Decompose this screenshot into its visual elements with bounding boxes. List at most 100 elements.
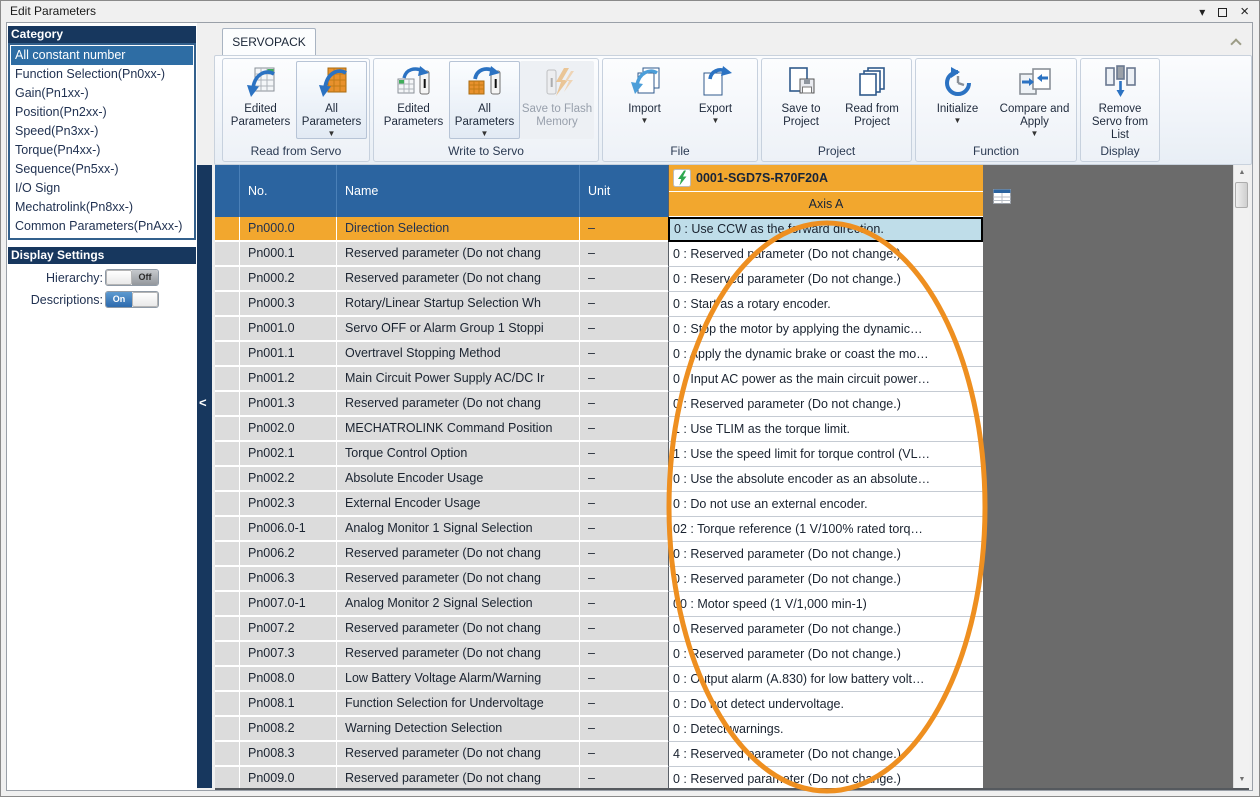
table-row[interactable]: Pn002.3 External Encoder Usage – 0 : Do … bbox=[215, 492, 983, 517]
param-unit-cell[interactable]: – bbox=[580, 692, 668, 717]
read-from-project-button[interactable]: Read from Project bbox=[837, 61, 908, 129]
param-unit-cell[interactable]: – bbox=[580, 417, 668, 442]
read-all-parameters-button[interactable]: All Parameters ▼ bbox=[296, 61, 367, 140]
row-indicator-cell[interactable] bbox=[215, 517, 240, 542]
row-indicator-cell[interactable] bbox=[215, 292, 240, 317]
param-unit-cell[interactable]: – bbox=[580, 667, 668, 692]
param-name-cell[interactable]: Direction Selection bbox=[337, 217, 580, 242]
param-no-cell[interactable]: Pn000.2 bbox=[240, 267, 337, 292]
table-row[interactable]: Pn001.3 Reserved parameter (Do not chang… bbox=[215, 392, 983, 417]
param-value-cell[interactable]: 0 : Output alarm (A.830) for low battery… bbox=[668, 667, 983, 692]
param-no-cell[interactable]: Pn008.0 bbox=[240, 667, 337, 692]
param-name-cell[interactable]: Absolute Encoder Usage bbox=[337, 467, 580, 492]
param-unit-cell[interactable]: – bbox=[580, 292, 668, 317]
tab-servopack[interactable]: SERVOPACK bbox=[222, 28, 316, 56]
row-indicator-cell[interactable] bbox=[215, 367, 240, 392]
table-row[interactable]: Pn007.2 Reserved parameter (Do not chang… bbox=[215, 617, 983, 642]
param-value-cell[interactable]: 0 : Detect warnings. bbox=[668, 717, 983, 742]
category-item-position[interactable]: Position(Pn2xx-) bbox=[11, 103, 193, 122]
param-no-cell[interactable]: Pn001.2 bbox=[240, 367, 337, 392]
param-name-cell[interactable]: Overtravel Stopping Method bbox=[337, 342, 580, 367]
row-indicator-cell[interactable] bbox=[215, 592, 240, 617]
category-item-mechatrolink[interactable]: Mechatrolink(Pn8xx-) bbox=[11, 198, 193, 217]
param-no-cell[interactable]: Pn009.0 bbox=[240, 767, 337, 788]
table-row[interactable]: Pn001.0 Servo OFF or Alarm Group 1 Stopp… bbox=[215, 317, 983, 342]
ribbon-collapse-button[interactable] bbox=[1228, 35, 1246, 50]
param-value-cell[interactable]: 00 : Motor speed (1 V/1,000 min-1) bbox=[668, 592, 983, 617]
param-value-cell[interactable]: 0 : Do not detect undervoltage. bbox=[668, 692, 983, 717]
table-row[interactable]: Pn006.0-1 Analog Monitor 1 Signal Select… bbox=[215, 517, 983, 542]
compare-and-apply-button[interactable]: Compare and Apply ▼ bbox=[996, 61, 1073, 138]
param-name-cell[interactable]: Reserved parameter (Do not chang bbox=[337, 617, 580, 642]
category-item-gain[interactable]: Gain(Pn1xx-) bbox=[11, 84, 193, 103]
param-unit-cell[interactable]: – bbox=[580, 392, 668, 417]
param-value-cell[interactable]: 0 : Use CCW as the forward direction. bbox=[668, 217, 983, 242]
row-indicator-cell[interactable] bbox=[215, 642, 240, 667]
param-no-cell[interactable]: Pn008.2 bbox=[240, 717, 337, 742]
param-value-cell[interactable]: 0 : Reserved parameter (Do not change.) bbox=[668, 242, 983, 267]
maximize-icon[interactable] bbox=[1218, 7, 1228, 17]
vertical-scrollbar[interactable]: ▲ ▼ bbox=[1233, 165, 1249, 788]
param-no-cell[interactable]: Pn007.3 bbox=[240, 642, 337, 667]
param-name-cell[interactable]: Main Circuit Power Supply AC/DC Ir bbox=[337, 367, 580, 392]
param-no-cell[interactable]: Pn006.3 bbox=[240, 567, 337, 592]
row-indicator-cell[interactable] bbox=[215, 717, 240, 742]
param-no-cell[interactable]: Pn002.0 bbox=[240, 417, 337, 442]
param-name-cell[interactable]: External Encoder Usage bbox=[337, 492, 580, 517]
param-value-cell[interactable]: 0 : Reserved parameter (Do not change.) bbox=[668, 617, 983, 642]
param-no-cell[interactable]: Pn000.0 bbox=[240, 217, 337, 242]
param-name-cell[interactable]: Warning Detection Selection bbox=[337, 717, 580, 742]
param-no-cell[interactable]: Pn001.1 bbox=[240, 342, 337, 367]
param-no-cell[interactable]: Pn006.0-1 bbox=[240, 517, 337, 542]
row-indicator-cell[interactable] bbox=[215, 617, 240, 642]
param-no-cell[interactable]: Pn007.0-1 bbox=[240, 592, 337, 617]
row-indicator-cell[interactable] bbox=[215, 742, 240, 767]
param-value-cell[interactable]: 0 : Reserved parameter (Do not change.) bbox=[668, 767, 983, 788]
param-value-cell[interactable]: 0 : Reserved parameter (Do not change.) bbox=[668, 567, 983, 592]
param-unit-cell[interactable]: – bbox=[580, 517, 668, 542]
param-value-cell[interactable]: 4 : Reserved parameter (Do not change.) bbox=[668, 742, 983, 767]
param-no-cell[interactable]: Pn008.1 bbox=[240, 692, 337, 717]
row-indicator-cell[interactable] bbox=[215, 392, 240, 417]
category-item-speed[interactable]: Speed(Pn3xx-) bbox=[11, 122, 193, 141]
param-name-cell[interactable]: Torque Control Option bbox=[337, 442, 580, 467]
param-value-cell[interactable]: 1 : Use the speed limit for torque contr… bbox=[668, 442, 983, 467]
row-indicator-cell[interactable] bbox=[215, 492, 240, 517]
export-button[interactable]: Export ▼ bbox=[680, 61, 751, 125]
param-name-cell[interactable]: Analog Monitor 2 Signal Selection bbox=[337, 592, 580, 617]
param-unit-cell[interactable]: – bbox=[580, 342, 668, 367]
table-row[interactable]: Pn008.0 Low Battery Voltage Alarm/Warnin… bbox=[215, 667, 983, 692]
param-name-cell[interactable]: Rotary/Linear Startup Selection Wh bbox=[337, 292, 580, 317]
descriptions-toggle[interactable]: On bbox=[105, 291, 159, 308]
param-name-cell[interactable]: Reserved parameter (Do not chang bbox=[337, 642, 580, 667]
param-no-cell[interactable]: Pn001.0 bbox=[240, 317, 337, 342]
remove-servo-from-list-button[interactable]: Remove Servo from List bbox=[1082, 61, 1158, 143]
param-no-cell[interactable]: Pn002.2 bbox=[240, 467, 337, 492]
row-indicator-cell[interactable] bbox=[215, 692, 240, 717]
param-unit-cell[interactable]: – bbox=[580, 317, 668, 342]
table-row[interactable]: Pn006.2 Reserved parameter (Do not chang… bbox=[215, 542, 983, 567]
category-item-io-sign[interactable]: I/O Sign bbox=[11, 179, 193, 198]
param-value-cell[interactable]: 0 : Start as a rotary encoder. bbox=[668, 292, 983, 317]
param-unit-cell[interactable]: – bbox=[580, 442, 668, 467]
param-value-cell[interactable]: 0 : Do not use an external encoder. bbox=[668, 492, 983, 517]
scroll-down-icon[interactable]: ▼ bbox=[1234, 772, 1250, 788]
row-indicator-cell[interactable] bbox=[215, 767, 240, 788]
param-no-cell[interactable]: Pn000.1 bbox=[240, 242, 337, 267]
param-value-cell[interactable]: 0 : Reserved parameter (Do not change.) bbox=[668, 392, 983, 417]
param-name-cell[interactable]: Servo OFF or Alarm Group 1 Stoppi bbox=[337, 317, 580, 342]
row-indicator-cell[interactable] bbox=[215, 467, 240, 492]
table-row[interactable]: Pn006.3 Reserved parameter (Do not chang… bbox=[215, 567, 983, 592]
param-value-cell[interactable]: 0 : Reserved parameter (Do not change.) bbox=[668, 542, 983, 567]
window-menu-icon[interactable]: ▾ bbox=[1199, 3, 1205, 21]
param-no-cell[interactable]: Pn007.2 bbox=[240, 617, 337, 642]
param-name-cell[interactable]: Reserved parameter (Do not chang bbox=[337, 242, 580, 267]
table-row[interactable]: Pn007.3 Reserved parameter (Do not chang… bbox=[215, 642, 983, 667]
param-value-cell[interactable]: 0 : Use the absolute encoder as an absol… bbox=[668, 467, 983, 492]
initialize-button[interactable]: Initialize ▼ bbox=[919, 61, 996, 138]
table-row[interactable]: Pn002.1 Torque Control Option – 1 : Use … bbox=[215, 442, 983, 467]
param-unit-cell[interactable]: – bbox=[580, 492, 668, 517]
row-indicator-cell[interactable] bbox=[215, 542, 240, 567]
table-row[interactable]: Pn002.0 MECHATROLINK Command Position – … bbox=[215, 417, 983, 442]
row-indicator-cell[interactable] bbox=[215, 317, 240, 342]
